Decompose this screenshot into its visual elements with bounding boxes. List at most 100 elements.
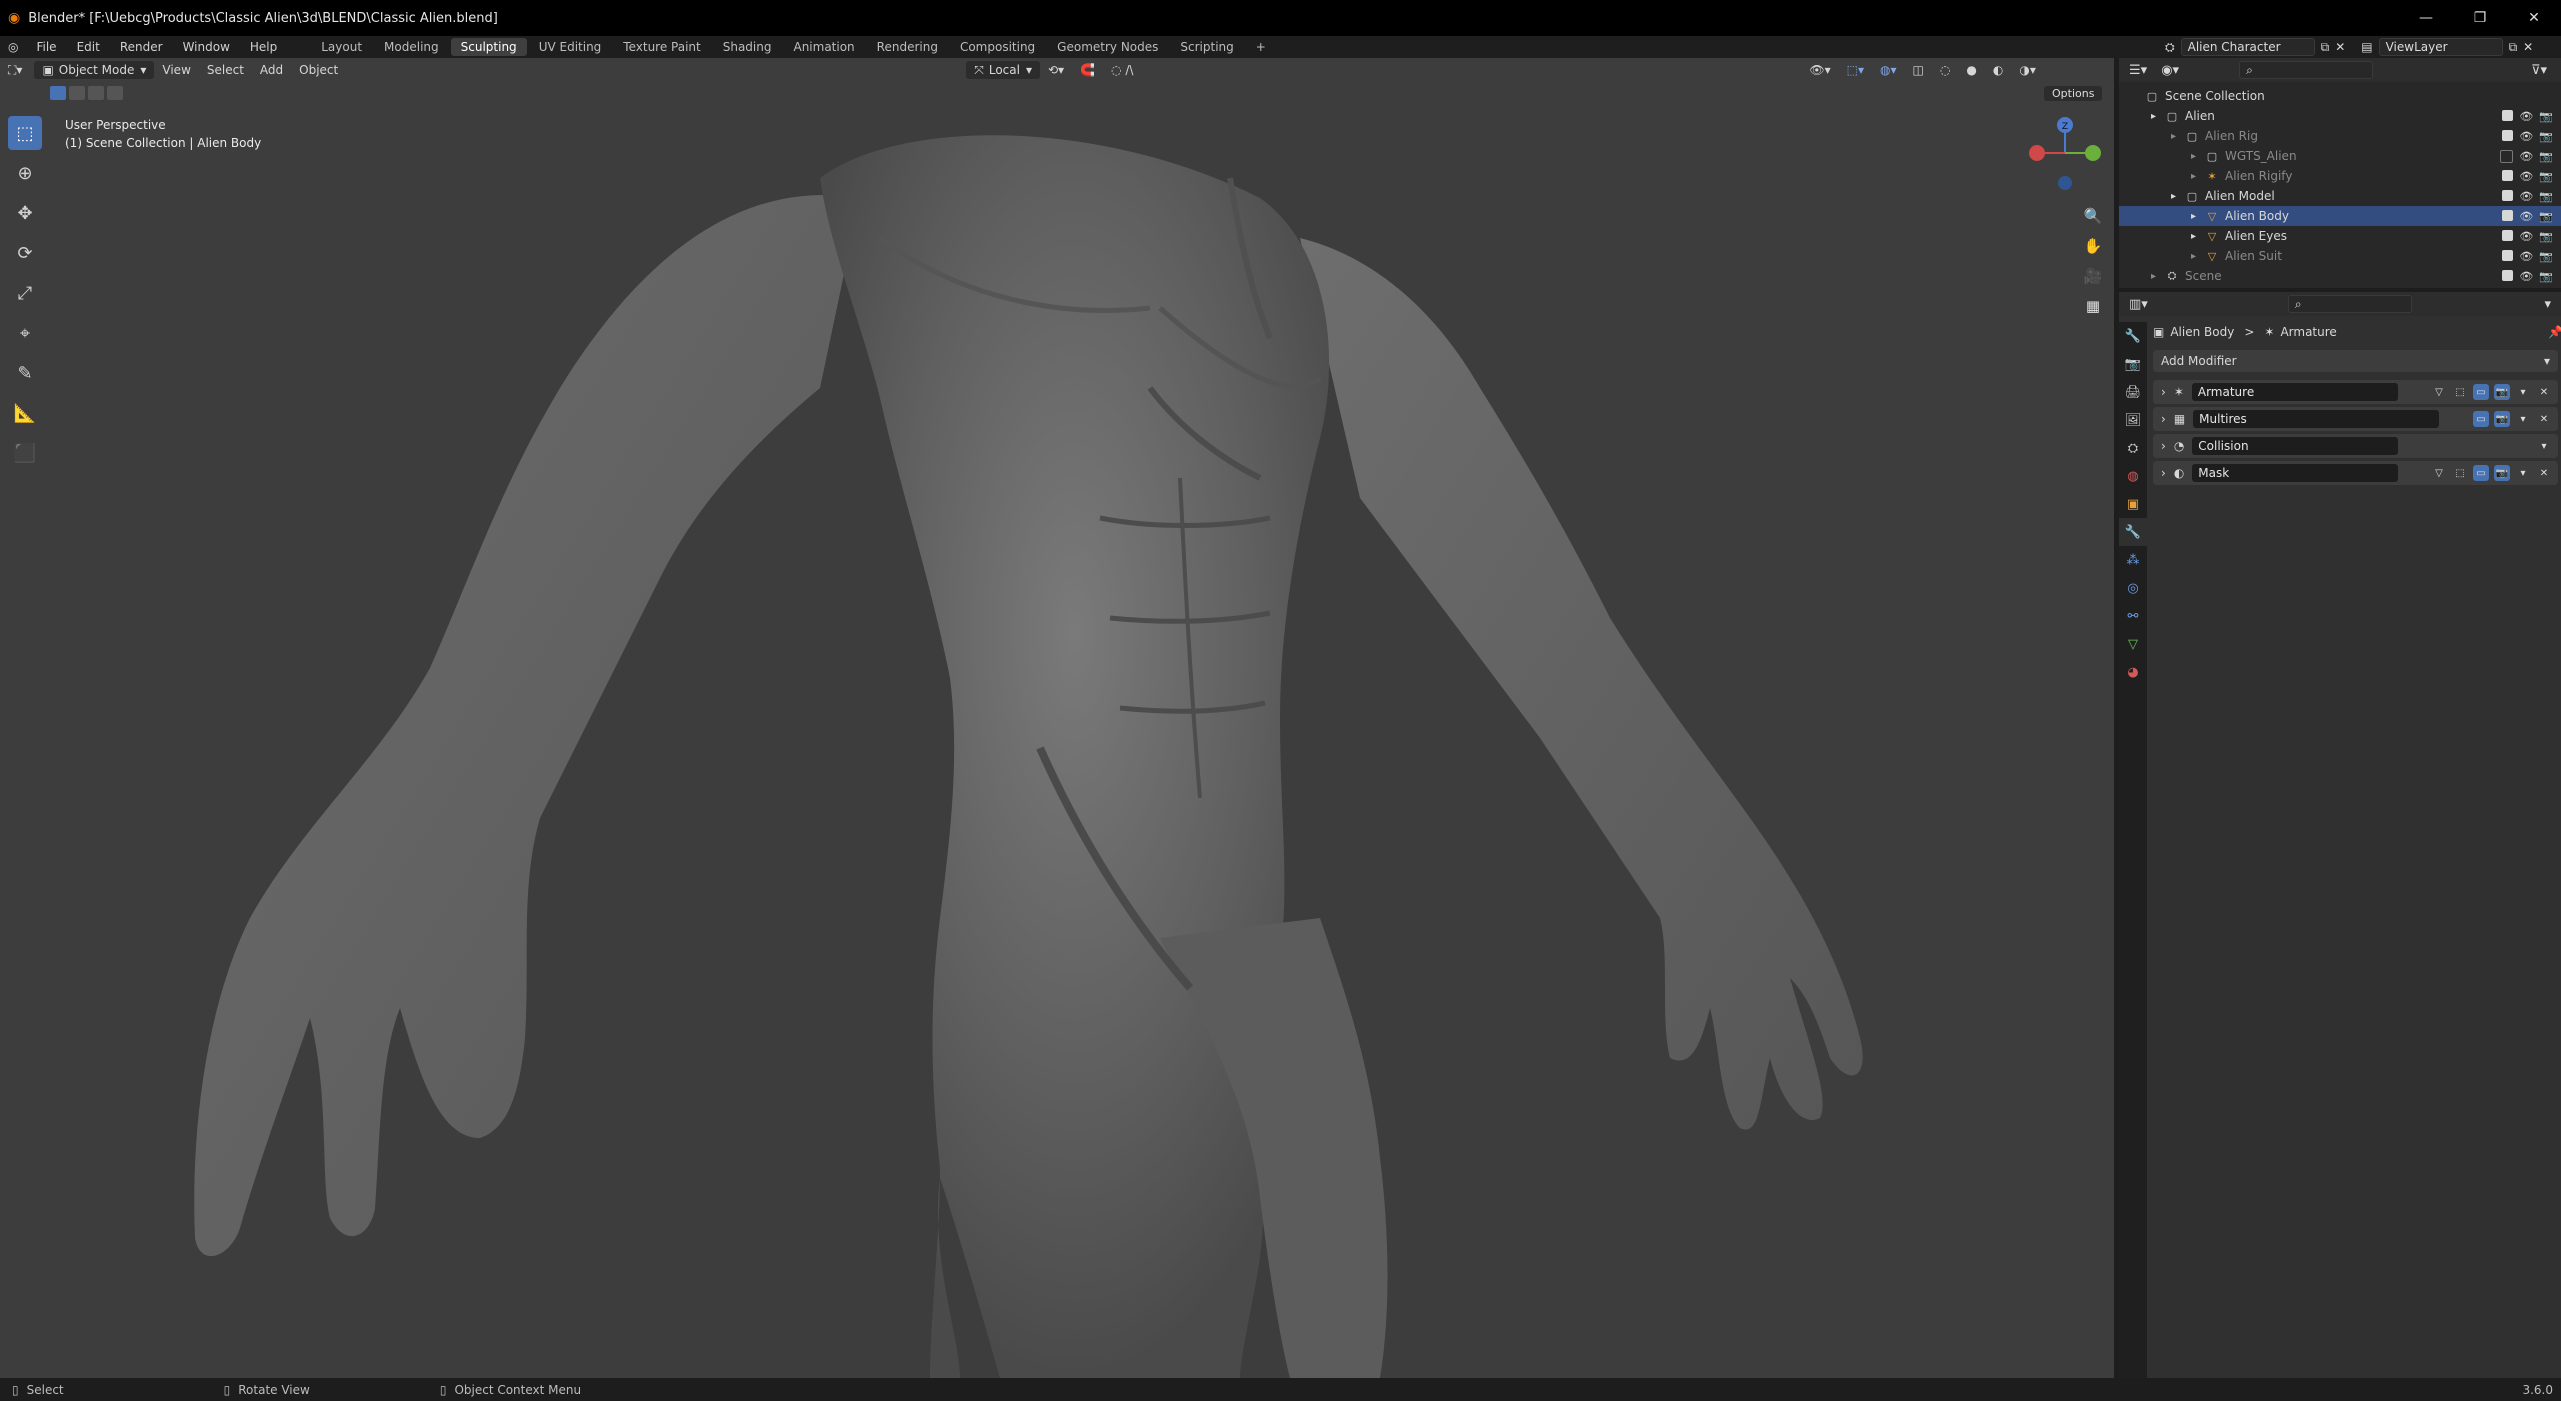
select-box-tool-icon[interactable]: ⬚ <box>8 116 42 150</box>
expand-arrow-icon[interactable]: › <box>2161 439 2166 453</box>
tab-sculpting[interactable]: Sculpting <box>450 38 527 56</box>
edit-mode-icon[interactable]: ▽ <box>2431 384 2447 400</box>
expand-arrow-icon[interactable]: ▸ <box>2191 231 2205 242</box>
camera-icon[interactable]: 📷 <box>2539 170 2553 183</box>
shading-material-icon[interactable]: ◐ <box>1985 60 2011 80</box>
modifier-name-field[interactable]: Multires <box>2193 410 2440 428</box>
tab-animation[interactable]: Animation <box>783 38 864 56</box>
render-icon[interactable]: 📷 <box>2494 465 2510 481</box>
modifier-row[interactable]: › ▦ Multires ▭ 📷 ▾ ✕ <box>2153 407 2558 431</box>
overlay-toggle-icon[interactable]: ◍▾ <box>1872 60 1905 80</box>
eye-icon[interactable]: 👁 <box>2519 130 2533 143</box>
physics-tab-icon[interactable]: ◎ <box>2119 574 2147 602</box>
expand-arrow-icon[interactable]: ▸ <box>2171 131 2185 142</box>
zoom-view-icon[interactable]: 🔍 <box>2080 203 2106 229</box>
exclude-checkbox[interactable] <box>2500 149 2514 163</box>
output-tab-icon[interactable]: 🖨 <box>2119 378 2147 406</box>
modifier-name-field[interactable]: Collision <box>2192 437 2399 455</box>
new-scene-icon[interactable]: ⧉ <box>2321 40 2330 55</box>
modifier-name-field[interactable]: Mask <box>2192 464 2399 482</box>
scene-tab-icon[interactable]: ⛭ <box>2119 434 2147 462</box>
camera-icon[interactable]: 📷 <box>2539 150 2553 163</box>
tab-uv-editing[interactable]: UV Editing <box>529 38 612 56</box>
dropdown-icon[interactable]: ▾ <box>2536 438 2552 454</box>
outliner-row[interactable]: ▸ ▽ Alien Body 👁 📷 <box>2119 206 2561 226</box>
exclude-checkbox[interactable] <box>2502 189 2514 201</box>
delete-scene-icon[interactable]: ✕ <box>2335 40 2345 54</box>
eye-icon[interactable]: 👁 <box>2519 150 2533 163</box>
modifier-row[interactable]: › ✶ Armature ▽ ⬚ ▭ 📷 ▾ ✕ <box>2153 380 2558 404</box>
modifier-row[interactable]: › ◐ Mask ▽ ⬚ ▭ 📷 ▾ ✕ <box>2153 461 2558 485</box>
outliner-row[interactable]: ▸ ⛭ Scene 👁 📷 <box>2119 266 2561 286</box>
outliner-row[interactable]: ▸ ▢ WGTS_Alien 👁 📷 <box>2119 146 2561 166</box>
add-cube-tool-icon[interactable]: ⬛ <box>8 436 42 470</box>
outliner-row[interactable]: ▸ ▢ Alien 👁 📷 <box>2119 106 2561 126</box>
dropdown-icon[interactable]: ▾ <box>2515 411 2531 427</box>
editor-type-icon[interactable]: ⛶▾ <box>0 60 30 80</box>
expand-arrow-icon[interactable]: › <box>2161 412 2166 426</box>
menu-select[interactable]: Select <box>199 60 252 80</box>
eye-icon[interactable]: 👁 <box>2519 250 2533 263</box>
exclude-checkbox[interactable] <box>2502 129 2514 141</box>
tab-shading[interactable]: Shading <box>713 38 782 56</box>
close-window-button[interactable]: ✕ <box>2507 0 2561 36</box>
measure-tool-icon[interactable]: 📐 <box>8 396 42 430</box>
expand-arrow-icon[interactable]: ▸ <box>2191 211 2205 222</box>
outliner-row[interactable]: ▢ Scene Collection <box>2119 86 2561 106</box>
tab-layout[interactable]: Layout <box>311 38 372 56</box>
delete-view-layer-icon[interactable]: ✕ <box>2523 40 2533 54</box>
expand-arrow-icon[interactable]: ▸ <box>2151 271 2165 282</box>
expand-arrow-icon[interactable]: › <box>2161 385 2166 399</box>
modifier-tab-icon[interactable]: 🔧 <box>2119 518 2147 546</box>
camera-icon[interactable]: 📷 <box>2539 110 2553 123</box>
annotate-tool-icon[interactable]: ✎ <box>8 356 42 390</box>
render-icon[interactable]: 📷 <box>2494 384 2510 400</box>
render-icon[interactable]: 📷 <box>2494 411 2510 427</box>
scene-selector[interactable]: Alien Character <box>2180 38 2315 56</box>
exclude-checkbox[interactable] <box>2502 209 2514 221</box>
object-tab-icon[interactable]: ▣ <box>2119 490 2147 518</box>
select-new-icon[interactable] <box>50 86 66 100</box>
menu-edit[interactable]: Edit <box>67 40 110 54</box>
expand-arrow-icon[interactable]: ▸ <box>2151 111 2165 122</box>
tool-tab-icon[interactable]: 🔧 <box>2119 322 2147 350</box>
snap-icon[interactable]: 🧲 <box>1072 60 1103 80</box>
edit-mode-icon[interactable]: ▽ <box>2431 465 2447 481</box>
select-extend-icon[interactable] <box>69 86 85 100</box>
mode-selector[interactable]: ▣ Object Mode ▾ <box>34 61 155 79</box>
exclude-checkbox[interactable] <box>2502 269 2514 281</box>
menu-render[interactable]: Render <box>110 40 173 54</box>
menu-add[interactable]: Add <box>252 60 291 80</box>
viewport-display-icon[interactable]: ▭ <box>2473 465 2489 481</box>
pan-view-icon[interactable]: ✋ <box>2080 233 2106 259</box>
camera-icon[interactable]: 📷 <box>2539 190 2553 203</box>
eye-icon[interactable]: 👁 <box>2519 170 2533 183</box>
on-cage-icon[interactable]: ⬚ <box>2452 465 2468 481</box>
expand-arrow-icon[interactable]: ▸ <box>2191 251 2205 262</box>
outliner-row[interactable]: ▸ ▽ Alien Suit 👁 📷 <box>2119 246 2561 266</box>
expand-arrow-icon[interactable]: ▸ <box>2171 191 2185 202</box>
data-tab-icon[interactable]: ▽ <box>2119 630 2147 658</box>
pin-icon[interactable]: 📌 <box>2548 325 2561 339</box>
menu-object[interactable]: Object <box>291 60 346 80</box>
add-workspace-button[interactable]: + <box>1246 38 1276 56</box>
select-intersect-icon[interactable] <box>107 86 123 100</box>
navigation-gizmo[interactable]: Z <box>2025 113 2105 203</box>
visibility-icon[interactable]: 👁▾ <box>1801 60 1838 80</box>
exclude-checkbox[interactable] <box>2502 109 2514 121</box>
rotate-tool-icon[interactable]: ⟳ <box>8 236 42 270</box>
outliner-row[interactable]: ▸ ✶ Alien Rigify 👁 📷 <box>2119 166 2561 186</box>
dropdown-icon[interactable]: ▾ <box>2515 465 2531 481</box>
eye-icon[interactable]: 👁 <box>2519 230 2533 243</box>
add-modifier-button[interactable]: Add Modifier ▾ <box>2153 350 2558 372</box>
modifier-row[interactable]: › ◔ Collision ▾ <box>2153 434 2558 458</box>
tab-compositing[interactable]: Compositing <box>950 38 1045 56</box>
camera-icon[interactable]: 📷 <box>2539 250 2553 263</box>
viewport-display-icon[interactable]: ▭ <box>2473 411 2489 427</box>
dropdown-icon[interactable]: ▾ <box>2515 384 2531 400</box>
tab-geometry-nodes[interactable]: Geometry Nodes <box>1047 38 1168 56</box>
expand-arrow-icon[interactable]: ▸ <box>2191 171 2205 182</box>
viewport-display-icon[interactable]: ▭ <box>2473 384 2489 400</box>
camera-icon[interactable]: 📷 <box>2539 230 2553 243</box>
exclude-checkbox[interactable] <box>2502 169 2514 181</box>
